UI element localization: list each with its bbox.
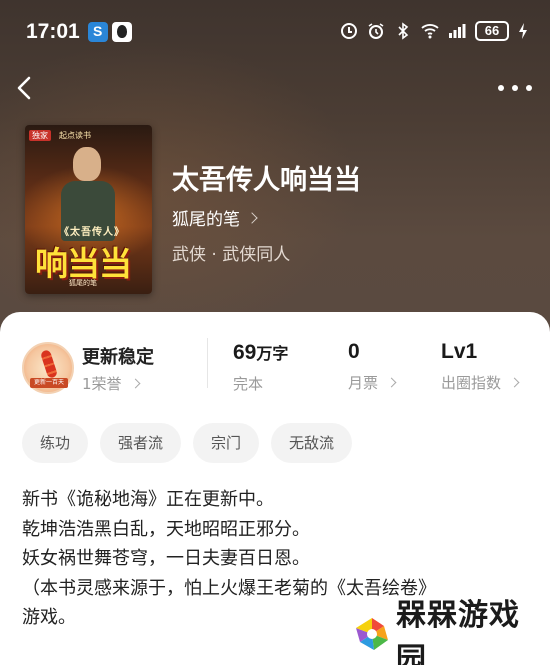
- genre-label: 武侠 · 武侠同人: [172, 245, 291, 265]
- data-saver-icon: [340, 22, 358, 40]
- synopsis-line: 妖女祸世舞苍穹，一日夫妻百日恩。: [22, 548, 310, 569]
- book-cover[interactable]: 独家 起点读书 《太吾传人》 响当当 狐尾的笔: [25, 125, 152, 294]
- divider: [207, 338, 208, 388]
- alarm-icon: [367, 22, 385, 40]
- update-medal-icon[interactable]: 更新一百天: [22, 342, 74, 394]
- watermark-text: 槑槑游戏园: [396, 598, 520, 665]
- book-title: 太吾传人响当当: [172, 165, 361, 196]
- synopsis-line: 乾坤浩浩黑白乱，天地昭昭正邪分。: [22, 518, 310, 540]
- dot: [512, 85, 518, 91]
- cover-author: 狐尾的笔: [69, 279, 97, 287]
- watermark: 槑槑游戏园: [354, 598, 550, 665]
- honor-count-link[interactable]: 1荣誉: [82, 373, 140, 394]
- signal-icon: [448, 22, 466, 40]
- word-count-stat: 69万字 完本: [233, 341, 289, 393]
- status-time: 17:01: [26, 20, 80, 43]
- honor-label: 更新稳定: [82, 347, 154, 368]
- author-name: 狐尾的笔: [172, 210, 240, 230]
- qq-icon: [112, 22, 132, 42]
- back-button[interactable]: [12, 74, 40, 102]
- tag-chip[interactable]: 练功: [22, 423, 89, 463]
- chevron-right-icon: [246, 211, 258, 224]
- tag-chip[interactable]: 宗门: [193, 423, 260, 463]
- tag-chip[interactable]: 强者流: [100, 423, 182, 463]
- dot: [526, 85, 532, 91]
- cover-subtitle: 《太吾传人》: [59, 227, 125, 238]
- chevron-right-icon: [130, 378, 140, 389]
- chevron-right-icon: [509, 377, 520, 388]
- monthly-ticket-stat[interactable]: 0 月票: [348, 340, 397, 393]
- status-bar: 17:01 66: [0, 0, 550, 62]
- watermark-logo-icon: [354, 616, 390, 652]
- popularity-level-stat[interactable]: Lv1 出圈指数: [441, 340, 520, 393]
- author-link[interactable]: 狐尾的笔: [172, 205, 258, 230]
- cover-figure-head: [73, 147, 101, 181]
- synopsis-line: 新书《诡秘地海》正在更新中。: [22, 489, 274, 510]
- cover-badge: 独家: [29, 130, 51, 141]
- medal-ribbon: 更新一百天: [30, 378, 68, 388]
- dot: [498, 85, 504, 91]
- cover-publisher: 起点读书: [59, 131, 91, 140]
- bluetooth-icon: [394, 22, 412, 40]
- battery-indicator: 66: [475, 21, 509, 41]
- charging-icon: [518, 22, 528, 40]
- tag-chip[interactable]: 无敌流: [271, 423, 353, 463]
- notification-app-icon: [88, 22, 108, 42]
- tag-list: 练功 强者流 宗门 无敌流: [22, 423, 353, 463]
- wifi-icon: [421, 22, 439, 40]
- chevron-right-icon: [386, 377, 397, 388]
- more-options-button[interactable]: [498, 78, 532, 98]
- chevron-left-icon: [17, 76, 31, 100]
